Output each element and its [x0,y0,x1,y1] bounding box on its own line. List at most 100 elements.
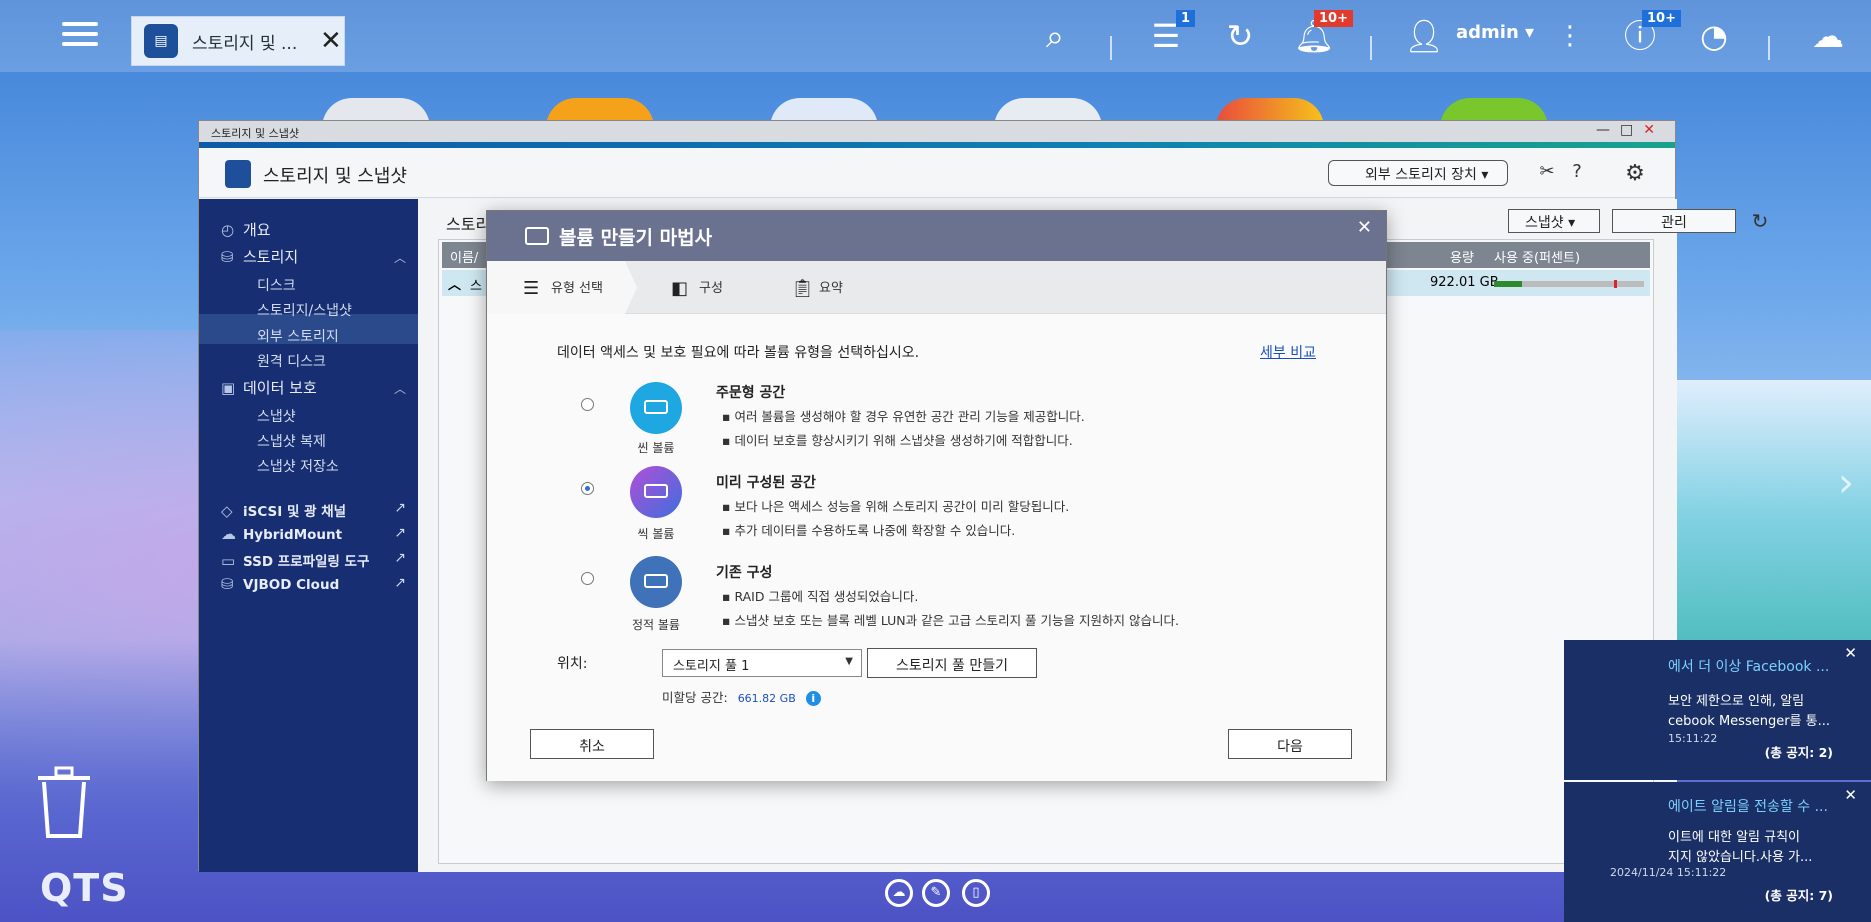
book-dock-icon[interactable]: ▯ [962,879,990,907]
sidebar-item-hybridmount[interactable]: ☁ HybridMount [221,525,342,543]
camera-icon: ▣ [221,379,236,397]
notification-time: 2024/11/24 15:11:22 [1610,866,1727,879]
dialog-title: 볼륨 만들기 마법사 [559,227,713,249]
qts-brand: QTS [40,866,129,910]
more-options-icon[interactable]: ⋮ [1548,14,1592,58]
column-name[interactable]: 이름/ [450,247,478,266]
main-menu-icon[interactable] [62,16,102,54]
info-icon[interactable]: i [805,691,821,706]
radio-thick-volume[interactable] [581,482,594,495]
dashboard-icon: ◴ [221,221,235,239]
notification-card[interactable]: 에이트 알림을 전송할 수 ... ✕ 이트에 대한 알림 규칙이 지지 않았습… [1564,782,1871,922]
sidebar-item-snapshot-vault[interactable]: 스냅샷 저장소 [257,456,339,476]
option-bullet: ▪ 스냅샷 보호 또는 블록 레벨 LUN과 같은 고급 스토리지 풀 기능을 … [722,613,1179,628]
snapshot-dropdown[interactable]: 스냅샷 ▾ [1508,209,1600,233]
step-summary: 📋︎ 요약 [791,277,843,299]
thin-volume-icon [630,382,682,434]
cancel-button[interactable]: 취소 [530,729,654,759]
gear-icon[interactable]: ⚙ [1623,161,1647,186]
notification-count: (총 공지: 2) [1764,745,1833,760]
refresh-icon[interactable]: ↻ [1748,209,1772,233]
tools-dock-icon[interactable]: ✎ [922,879,950,907]
intro-text: 데이터 액세스 및 보호 필요에 따라 볼륨 유형을 선택하십시오. [557,345,920,361]
sidebar-item-overview[interactable]: ◴ 개요 [221,219,271,240]
cloud-icon[interactable]: ☁ [1806,14,1850,58]
free-space-value: 661.82 GB [737,692,796,705]
separator [1768,36,1770,60]
sidebar-item-data-protection[interactable]: ▣ 데이터 보호 [221,377,317,398]
notification-card[interactable]: 에서 더 이상 Facebook ... ✕ 보안 제한으로 인해, 알림 ce… [1564,640,1871,780]
column-capacity[interactable]: 용량 [1450,247,1474,266]
sidebar-item-snapshot-replica[interactable]: 스냅샷 복제 [257,431,326,451]
minimize-icon[interactable]: — [1596,122,1620,138]
external-link-icon[interactable]: ↗ [394,550,406,566]
help-icon[interactable]: ? [1565,161,1589,185]
radio-static-volume[interactable] [581,572,594,585]
external-link-icon[interactable]: ↗ [394,575,406,591]
external-link-icon[interactable]: ↗ [394,500,406,516]
manage-button[interactable]: 관리 [1612,209,1736,233]
close-icon[interactable]: ✕ [320,26,342,56]
external-device-dropdown[interactable]: 외부 스토리지 장치 ▾ [1328,160,1508,186]
chevron-up-icon[interactable]: ︿ [394,380,406,397]
user-menu[interactable]: admin ▾ [1456,22,1534,43]
compare-link[interactable]: 세부 비교 [1260,342,1316,362]
storage-app-icon: ▤ [144,24,178,58]
close-icon[interactable]: ✕ [1844,644,1857,662]
sidebar-item-label: iSCSI 및 광 채널 [243,504,347,520]
close-icon[interactable]: ✕ [1844,786,1857,804]
close-icon[interactable]: ✕ [1357,217,1372,238]
chevron-right-icon[interactable]: › [1838,460,1854,506]
notification-line: 보안 제한으로 인해, 알림 [1668,694,1805,709]
step-label: 유형 선택 [551,281,603,296]
notification-line: cebook Messenger를 통... [1668,714,1831,729]
sync-icon[interactable]: ↻ [1218,14,1262,58]
sidebar-item-storage[interactable]: ⛁ 스토리지 [221,246,298,267]
sidebar-item-snapshot[interactable]: 스냅샷 [257,406,296,426]
username: admin [1456,22,1519,43]
sidebar-item-label: HybridMount [243,527,343,543]
option-label: 씩 볼륨 [637,527,675,541]
storage-pool-select[interactable]: 스토리지 풀 1 ▼ [662,649,862,677]
vjbod-icon: ⛁ [221,575,234,593]
next-button[interactable]: 다음 [1228,729,1352,759]
search-icon[interactable]: ⌕ [1033,14,1077,58]
snapshot-dropdown-label: 스냅샷 [1525,215,1564,231]
user-icon[interactable]: 👤︎ [1402,14,1446,58]
sidebar-item-iscsi[interactable]: ◇ iSCSI 및 광 채널 [221,500,346,520]
window-titlebar[interactable]: 스토리지 및 스냅샷 —□✕ [199,121,1675,142]
sidebar-item-external-storage[interactable]: 외부 스토리지 [257,326,339,346]
close-icon[interactable]: ✕ [1643,122,1665,138]
tools-icon[interactable]: ✂ [1535,161,1559,185]
maximize-icon[interactable]: □ [1620,122,1643,138]
create-storage-pool-button[interactable]: 스토리지 풀 만들기 [867,648,1037,678]
option-bullet-text: 보다 나은 액세스 성능을 위해 스토리지 공간이 미리 할당됩니다. [734,499,1070,514]
sidebar-item-vjbod[interactable]: ⛁ VJBOD Cloud [221,575,339,593]
dialog-body: 데이터 액세스 및 보호 필요에 따라 볼륨 유형을 선택하십시오. 세부 비교… [487,314,1386,781]
cloud-dock-icon[interactable]: ☁ [885,879,913,907]
sidebar-item-storage-snapshots[interactable]: 스토리지/스냅샷 [257,300,352,320]
sidebar-item-remote-disk[interactable]: 원격 디스크 [257,351,326,371]
dashboard-icon[interactable]: ◔ [1692,14,1736,58]
radio-thin-volume[interactable] [581,398,594,411]
collapse-icon[interactable]: ︿ [448,274,461,293]
usage-bar [1494,280,1644,288]
sidebar-item-ssd-profiling[interactable]: ▭ SSD 프로파일링 도구 [221,550,369,570]
step-label: 요약 [819,281,843,296]
usage-threshold [1614,280,1617,288]
notification-title: 에이트 알림을 전송할 수 ... [1668,799,1828,815]
window-controls: —□✕ [1596,122,1665,138]
option-title: 주문형 공간 [716,385,786,401]
trash-icon[interactable] [36,764,92,840]
option-bullet-text: 여러 볼륨을 생성해야 할 경우 유연한 공간 관리 기능을 제공합니다. [734,409,1085,424]
row-capacity: 922.01 GB [1430,275,1499,290]
notification-count: (총 공지: 7) [1764,888,1833,903]
sidebar: ◴ 개요 ⛁ 스토리지 ︿ 디스크 스토리지/스냅샷 외부 스토리지 원격 디스크 … [199,199,418,872]
sidebar-item-disks[interactable]: 디스크 [257,275,296,295]
app-tab-storage[interactable]: ▤ 스토리지 및 ... ✕ [131,16,345,66]
notification-line: 이트에 대한 알림 규칙이 [1668,830,1800,845]
sidebar-item-label: SSD 프로파일링 도구 [243,554,370,570]
chevron-up-icon[interactable]: ︿ [394,249,406,266]
column-usage[interactable]: 사용 중(퍼센트) [1494,247,1580,266]
external-link-icon[interactable]: ↗ [394,525,406,541]
